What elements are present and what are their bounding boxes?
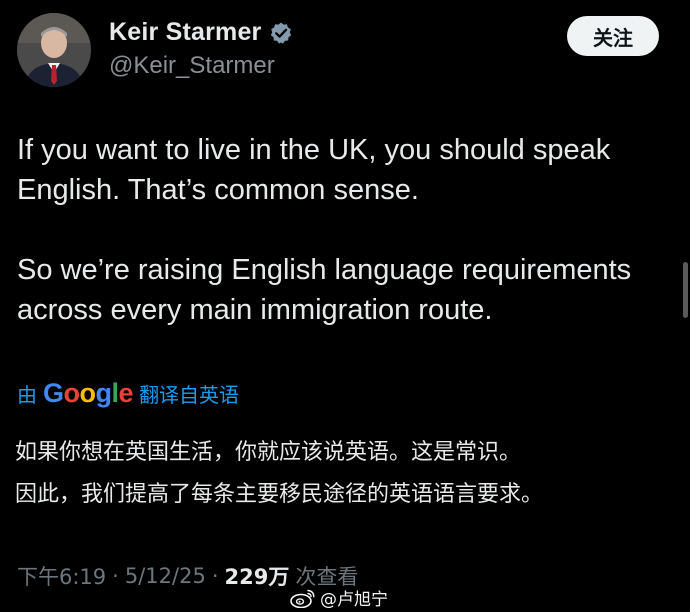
- scrollbar[interactable]: [683, 262, 688, 318]
- verified-badge-icon: [271, 22, 292, 44]
- avatar-portrait: [17, 13, 91, 87]
- follow-button[interactable]: 关注: [567, 16, 659, 56]
- author-name-row[interactable]: Keir Starmer: [109, 18, 293, 47]
- meta-separator: ·: [112, 564, 119, 588]
- translation-prefix: 由: [17, 383, 37, 407]
- translated-text: 如果你想在英国生活，你就应该说英语。这是常识。 因此，我们提高了每条主要移民途径…: [15, 432, 665, 516]
- tweet-text: If you want to live in the UK, you shoul…: [17, 130, 657, 330]
- weibo-icon: [290, 589, 315, 608]
- user-handle[interactable]: @Keir_Starmer: [109, 52, 275, 80]
- tweet-paragraph: If you want to live in the UK, you shoul…: [17, 134, 611, 206]
- translated-paragraph: 因此，我们提高了每条主要移民途径的英语语言要求。: [15, 482, 544, 507]
- display-name[interactable]: Keir Starmer: [109, 18, 261, 47]
- meta-separator: ·: [211, 564, 219, 588]
- translation-attribution[interactable]: 由 Google 翻译自英语: [17, 378, 239, 409]
- avatar[interactable]: [17, 13, 91, 87]
- tweet-paragraph: So we’re raising English language requir…: [17, 254, 632, 326]
- watermark-text: @卢旭宁: [320, 590, 388, 610]
- translated-paragraph: 如果你想在英国生活，你就应该说英语。这是常识。: [15, 440, 522, 465]
- tweet-date[interactable]: 5/12/25: [125, 564, 206, 588]
- watermark: @卢旭宁: [290, 585, 388, 610]
- views-count: 229万: [224, 565, 290, 589]
- tweet-time[interactable]: 下午6:19: [17, 561, 106, 591]
- google-logo: Google: [43, 378, 134, 408]
- translation-suffix: 翻译自英语: [139, 383, 240, 407]
